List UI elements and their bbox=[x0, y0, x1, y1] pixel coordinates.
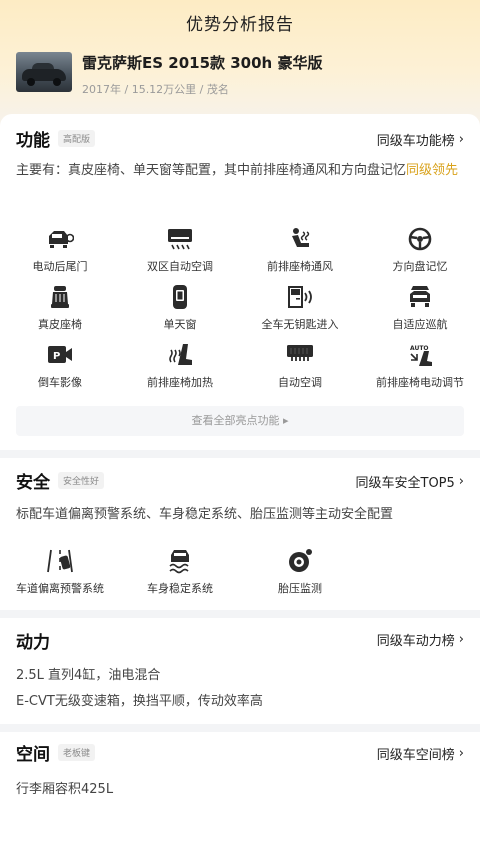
chevron-right-icon: › bbox=[458, 132, 464, 147]
power-transmission-line: E-CVT无级变速箱，换挡平顺，传动效率高 bbox=[16, 694, 263, 709]
chevron-right-icon: › bbox=[458, 474, 464, 489]
space-title: 空间 bbox=[16, 745, 50, 765]
feature-label: 方向盘记忆 bbox=[392, 260, 448, 273]
feature-label: 胎压监测 bbox=[278, 582, 322, 595]
svg-text:AUTO: AUTO bbox=[410, 345, 429, 352]
function-tag: 高配版 bbox=[58, 130, 96, 147]
space-trunk-line: 行李厢容积425L bbox=[16, 782, 114, 797]
safety-description: 标配车道偏离预警系统、车身稳定系统、胎压监测等主动安全配置 bbox=[16, 507, 394, 522]
dual-zone-ac-icon bbox=[168, 229, 192, 250]
feature-sunroof[interactable]: 单天窗 bbox=[120, 284, 240, 342]
function-feature-grid: 电动后尾门 双区自动空调 前排座椅通风 方向盘记忆 真皮座椅 单天窗 全车无钥匙… bbox=[0, 226, 480, 400]
safety-feature-grid: 车道偏离预警系统 车身稳定系统 胎压监测 bbox=[0, 548, 480, 606]
power-seat-icon: AUTO bbox=[410, 345, 432, 366]
auto-ac-icon bbox=[287, 345, 313, 361]
feature-label: 自动空调 bbox=[278, 376, 322, 389]
safety-tag: 安全性好 bbox=[58, 472, 105, 489]
feature-auto-ac[interactable]: 自动空调 bbox=[240, 342, 360, 400]
feature-label: 自适应巡航 bbox=[392, 318, 448, 331]
feature-label: 车身稳定系统 bbox=[147, 582, 213, 595]
chevron-right-icon: › bbox=[458, 746, 464, 761]
feature-label: 电动后尾门 bbox=[32, 260, 88, 273]
page-title: 优势分析报告 bbox=[186, 15, 294, 35]
feature-steering-memory[interactable]: 方向盘记忆 bbox=[360, 226, 480, 284]
safety-ranking-label: 同级车安全TOP5 bbox=[355, 476, 455, 491]
feature-keyless-entry[interactable]: 全车无钥匙进入 bbox=[240, 284, 360, 342]
chevron-right-icon: › bbox=[458, 632, 464, 647]
feature-label: 前排座椅通风 bbox=[267, 260, 333, 273]
steering-memory-icon bbox=[408, 227, 432, 251]
feature-dual-zone-ac[interactable]: 双区自动空调 bbox=[120, 226, 240, 284]
safety-header: 安全 安全性好 bbox=[16, 468, 105, 493]
function-ranking-link[interactable]: 同级车功能榜 › bbox=[377, 130, 464, 149]
leather-seat-icon bbox=[51, 286, 69, 308]
feature-seat-heating[interactable]: 前排座椅加热 bbox=[120, 342, 240, 400]
power-engine-line: 2.5L 直列4缸，油电混合 bbox=[16, 668, 161, 683]
power-ranking-link[interactable]: 同级车动力榜 › bbox=[377, 630, 464, 649]
function-title: 功能 bbox=[16, 131, 50, 151]
feature-seat-ventilation[interactable]: 前排座椅通风 bbox=[240, 226, 360, 284]
car-meta: 2017年 / 15.12万公里 / 茂名 bbox=[82, 83, 229, 96]
function-card: 功能 高配版 同级车功能榜 › 主要有：真皮座椅、单天窗等配置，其中前排座椅通风和… bbox=[0, 114, 480, 450]
svg-text:P: P bbox=[53, 351, 60, 362]
power-header: 动力 bbox=[16, 628, 50, 653]
function-header: 功能 高配版 bbox=[16, 126, 96, 151]
function-desc-highlight: 同级领先 bbox=[406, 163, 459, 178]
safety-ranking-link[interactable]: 同级车安全TOP5 › bbox=[356, 472, 465, 491]
lane-departure-icon bbox=[47, 549, 73, 573]
feature-label: 双区自动空调 bbox=[147, 260, 213, 273]
car-name: 雷克萨斯ES 2015款 300h 豪华版 bbox=[82, 54, 323, 72]
tire-pressure-icon bbox=[289, 549, 312, 572]
space-ranking-label: 同级车空间榜 bbox=[376, 748, 455, 763]
function-description: 主要有：真皮座椅、单天窗等配置，其中前排座椅通风和方向盘记忆同级领先 bbox=[16, 160, 464, 181]
feature-label: 前排座椅电动调节 bbox=[376, 376, 464, 389]
sunroof-icon bbox=[173, 285, 187, 309]
feature-power-tailgate[interactable]: 电动后尾门 bbox=[0, 226, 120, 284]
feature-tire-pressure[interactable]: 胎压监测 bbox=[240, 548, 360, 606]
safety-title: 安全 bbox=[16, 473, 50, 493]
power-tailgate-icon bbox=[49, 231, 74, 248]
power-title: 动力 bbox=[16, 633, 50, 653]
function-desc-text: 主要有：真皮座椅、单天窗等配置，其中前排座椅通风和方向盘记忆 bbox=[16, 163, 407, 178]
feature-label: 单天窗 bbox=[163, 318, 197, 331]
view-all-features-button[interactable]: 查看全部亮点功能 ▸ bbox=[16, 406, 464, 436]
feature-power-seat[interactable]: AUTO 前排座椅电动调节 bbox=[360, 342, 480, 400]
space-card: 空间 老板键 同级车空间榜 › 行李厢容积425L bbox=[0, 732, 480, 854]
power-ranking-label: 同级车动力榜 bbox=[376, 634, 455, 649]
reverse-camera-icon: P bbox=[48, 346, 72, 363]
function-ranking-label: 同级车功能榜 bbox=[376, 134, 455, 149]
feature-label: 前排座椅加热 bbox=[147, 376, 213, 389]
car-thumbnail bbox=[16, 52, 72, 92]
feature-stability-control[interactable]: 车身稳定系统 bbox=[120, 548, 240, 606]
seat-ventilation-icon bbox=[292, 228, 310, 247]
feature-label: 全车无钥匙进入 bbox=[261, 318, 339, 331]
keyless-entry-icon bbox=[288, 286, 312, 308]
feature-reverse-camera[interactable]: P 倒车影像 bbox=[0, 342, 120, 400]
space-header: 空间 老板键 bbox=[16, 740, 96, 765]
space-ranking-link[interactable]: 同级车空间榜 › bbox=[377, 744, 464, 763]
feature-lane-departure[interactable]: 车道偏离预警系统 bbox=[0, 548, 120, 606]
feature-leather-seat[interactable]: 真皮座椅 bbox=[0, 284, 120, 342]
car-header[interactable]: 雷克萨斯ES 2015款 300h 豪华版 2017年 / 15.12万公里 /… bbox=[16, 52, 322, 97]
feature-label: 车道偏离预警系统 bbox=[16, 582, 104, 595]
stability-control-icon bbox=[169, 550, 189, 574]
feature-label: 真皮座椅 bbox=[38, 318, 82, 331]
space-tag: 老板键 bbox=[58, 744, 96, 761]
power-card: 动力 同级车动力榜 › 2.5L 直列4缸，油电混合 E-CVT无级变速箱，换挡平… bbox=[0, 618, 480, 724]
feature-adaptive-cruise[interactable]: 自适应巡航 bbox=[360, 284, 480, 342]
feature-label: 倒车影像 bbox=[38, 376, 82, 389]
seat-heating-icon bbox=[169, 344, 192, 365]
safety-card: 安全 安全性好 同级车安全TOP5 › 标配车道偏离预警系统、车身稳定系统、胎压监… bbox=[0, 458, 480, 610]
adaptive-cruise-icon bbox=[410, 286, 430, 307]
